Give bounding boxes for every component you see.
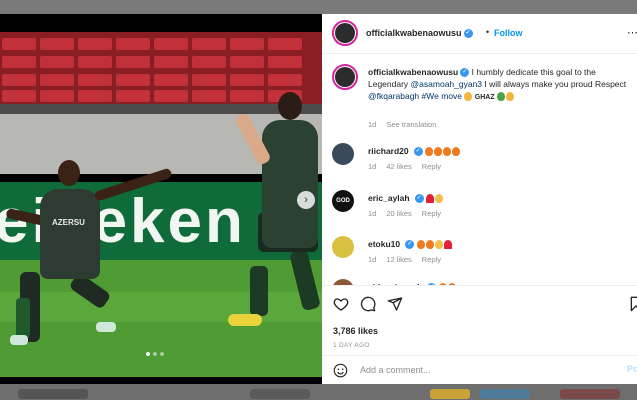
save-bookmark-icon[interactable]	[628, 296, 637, 312]
comment-icon[interactable]	[360, 296, 376, 312]
kneeling-player	[40, 189, 100, 279]
chevron-right-icon: ›	[304, 194, 308, 206]
post-side-panel: officialkwabenaowusu ✓ • Follow ⋯ officia…	[322, 14, 637, 384]
reply-button[interactable]: Reply	[422, 162, 441, 171]
post-comment-button[interactable]: Po	[627, 364, 637, 374]
follow-button[interactable]: Follow	[494, 28, 523, 38]
carousel-dot	[153, 352, 157, 356]
add-comment-bar: Po	[322, 355, 637, 384]
flag-emoji-icon	[497, 92, 514, 102]
verified-badge-icon: ✓	[405, 240, 415, 250]
emoji-smile-icon[interactable]	[333, 363, 348, 378]
post-photo: eineken AZERSU ›	[0, 14, 322, 384]
post-date: 1 DAY AGO	[333, 342, 370, 349]
reply-button[interactable]: Reply	[422, 255, 441, 264]
comment-item: GOD eric_aylah ✓ 1d 20 likes Reply	[332, 190, 632, 230]
verified-badge-icon: ✓	[413, 147, 423, 157]
hashtag-link[interactable]: #We move	[422, 91, 462, 101]
mention-link[interactable]: @fkqarabagh	[368, 91, 419, 101]
shirt-sponsor: AZERSU	[52, 218, 85, 227]
mention-link[interactable]: @asamoah_gyan3	[411, 79, 482, 89]
post-actions: 3,786 likes 1 DAY AGO	[322, 285, 637, 355]
comment-avatar[interactable]: GOD	[332, 190, 354, 212]
carousel-indicator	[146, 352, 164, 356]
football-celebration-image: eineken AZERSU	[0, 32, 322, 377]
more-options-icon[interactable]: ⋯	[627, 26, 637, 39]
carousel-dot	[160, 352, 164, 356]
post-modal: eineken AZERSU › officialkwabenaowusu ✓ …	[0, 14, 637, 384]
verified-badge-icon: ✓	[414, 194, 424, 204]
stadium-stands	[0, 32, 322, 104]
heart-emoji-icon	[425, 194, 443, 204]
fire-emoji-icon	[416, 240, 452, 250]
background-page-top	[0, 0, 637, 14]
pray-emoji-icon	[464, 92, 473, 102]
comments-list[interactable]: officialkwabenaowusu ✓ I humbly dedicate …	[322, 55, 637, 285]
header-username[interactable]: officialkwabenaowusu ✓	[366, 28, 473, 39]
background-page-bottom	[0, 384, 637, 400]
verified-badge-icon: ✓	[463, 29, 473, 39]
verified-badge-icon: ✓	[460, 68, 470, 78]
comment-item: etoku10 ✓ 1d 12 likes Reply	[332, 236, 632, 276]
share-icon[interactable]	[387, 296, 403, 312]
comment-avatar[interactable]	[332, 143, 354, 165]
standing-player	[262, 120, 318, 248]
comment-input[interactable]	[360, 362, 610, 378]
next-image-button[interactable]: ›	[297, 191, 315, 209]
reply-button[interactable]: Reply	[422, 209, 441, 218]
like-heart-icon[interactable]	[333, 296, 349, 312]
comment-avatar[interactable]	[332, 236, 354, 258]
comment-item: riichard20 ✓ 1d 42 likes Reply	[332, 143, 632, 183]
see-translation-link[interactable]: See translation	[386, 120, 436, 129]
fire-emoji-icon	[425, 147, 461, 157]
likes-count[interactable]: 3,786 likes	[333, 326, 378, 336]
carousel-dot	[146, 352, 150, 356]
post-header: officialkwabenaowusu ✓ • Follow ⋯	[322, 14, 637, 54]
caption-text: officialkwabenaowusu ✓ I humbly dedicate …	[368, 67, 627, 102]
avatar[interactable]	[332, 20, 358, 46]
caption-avatar[interactable]	[332, 64, 358, 90]
caption-meta: 1d See translation	[368, 120, 437, 129]
